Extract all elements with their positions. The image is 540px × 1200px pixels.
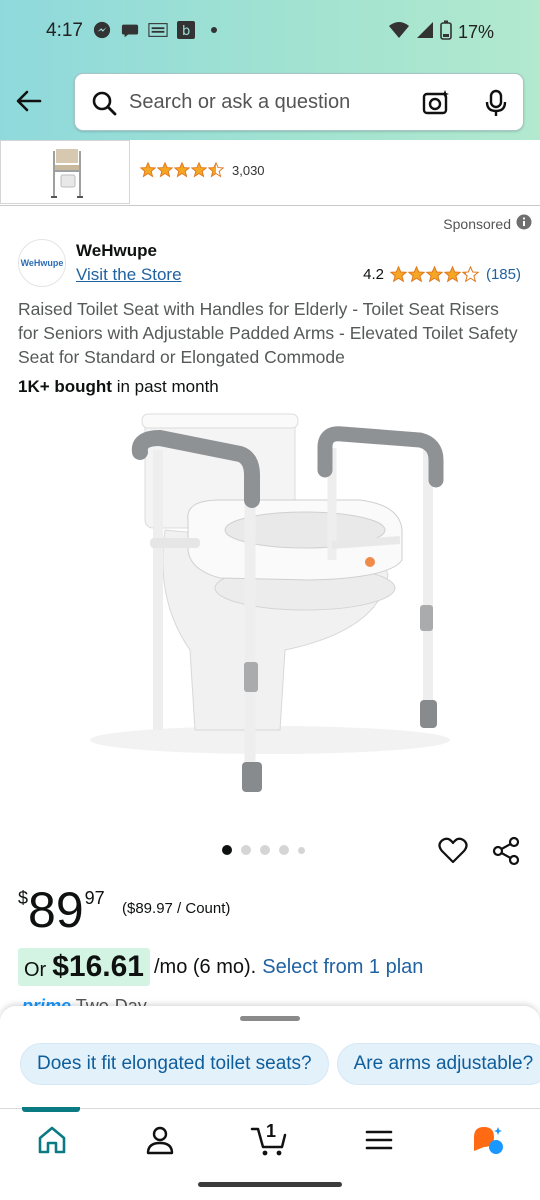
monthly-amount-box: Or $16.61	[18, 948, 150, 986]
commode-chair-image	[51, 149, 83, 198]
star-icon	[425, 266, 443, 283]
bottom-nav: 1	[0, 1107, 540, 1170]
star-icon	[407, 266, 425, 283]
monthly-payment: Or $16.61 /mo (6 mo). Select from 1 plan	[18, 948, 423, 986]
account-icon[interactable]	[143, 1123, 177, 1157]
gesture-bar[interactable]	[198, 1182, 342, 1187]
price-currency: $	[18, 888, 29, 908]
info-icon	[516, 214, 532, 233]
cell-signal-icon	[416, 21, 434, 44]
status-time: 4:17	[46, 20, 83, 41]
system-status: 17%	[388, 20, 494, 45]
brand-logo[interactable]: WeHwupe	[18, 239, 66, 287]
carousel-dot[interactable]	[260, 845, 270, 855]
questions-sheet[interactable]: Does it fit elongated toilet seats? Are …	[0, 1006, 540, 1108]
header-bar: 4:17 b 17% Search or ask a question	[0, 0, 540, 140]
star-rating	[389, 266, 479, 283]
cart-icon[interactable]: 1	[250, 1121, 290, 1157]
monthly-or: Or	[24, 959, 47, 981]
star-icon	[191, 162, 207, 178]
active-tab-indicator	[22, 1107, 80, 1112]
product-title[interactable]: Raised Toilet Seat with Handles for Elde…	[18, 297, 518, 369]
sponsored-label[interactable]: Sponsored	[443, 214, 532, 233]
menu-icon[interactable]	[362, 1123, 396, 1157]
wifi-icon	[388, 21, 410, 44]
sticky-rating-count: 3,030	[232, 162, 265, 178]
sheet-drag-handle[interactable]	[240, 1016, 300, 1021]
brand-name[interactable]: WeHwupe	[76, 241, 157, 261]
rating-count: (185)	[485, 266, 521, 283]
rating-value: 4.2	[363, 266, 384, 283]
price-dollars: 89	[28, 882, 84, 938]
select-plan-link[interactable]: Select from 1 plan	[262, 956, 423, 979]
star-icon	[140, 162, 156, 178]
image-carousel-dots[interactable]	[222, 845, 305, 855]
b-app-icon: b	[176, 20, 196, 40]
status-bar: 4:17 b 17%	[0, 0, 540, 60]
product-image[interactable]	[70, 400, 470, 810]
home-icon[interactable]	[35, 1123, 69, 1157]
notification-icons: b	[92, 20, 224, 40]
question-chip[interactable]: Are arms adjustable?	[336, 1043, 540, 1085]
visit-store-link[interactable]: Visit the Store	[76, 265, 182, 285]
question-chip[interactable]: Does it fit elongated toilet seats?	[20, 1043, 329, 1085]
svg-text:b: b	[182, 24, 190, 39]
search-icon	[91, 90, 117, 116]
star-icon	[461, 266, 479, 283]
carousel-dot[interactable]	[222, 845, 232, 855]
monthly-term: /mo (6 mo).	[153, 955, 257, 978]
bought-rest: in past month	[111, 377, 219, 396]
sponsored-text: Sponsored	[443, 215, 511, 232]
sticky-product-thumbnail[interactable]	[0, 140, 130, 204]
dot-icon	[204, 20, 224, 40]
share-icon[interactable]	[490, 835, 522, 867]
star-icon	[389, 266, 407, 283]
search-input[interactable]	[129, 82, 399, 122]
star-icon	[208, 162, 224, 178]
price-cents: 97	[84, 888, 105, 908]
search-box[interactable]	[74, 73, 524, 131]
monthly-amount: $16.61	[52, 950, 144, 983]
bought-bold: 1K+ bought	[18, 377, 112, 396]
battery-percent: 17%	[457, 22, 494, 42]
price: $ 89 97	[18, 882, 105, 938]
battery-icon	[440, 20, 452, 45]
star-icon	[443, 266, 461, 283]
carousel-dot[interactable]	[298, 846, 305, 854]
sticky-product-bar: 3,030	[0, 140, 540, 206]
star-icon	[157, 162, 173, 178]
microphone-icon[interactable]	[481, 88, 511, 118]
bought-count: 1K+ bought in past month	[18, 377, 219, 397]
carousel-dot[interactable]	[241, 845, 251, 855]
chat-icon	[120, 20, 140, 40]
sticky-rating[interactable]: 3,030	[140, 162, 265, 178]
rufus-icon[interactable]	[470, 1123, 504, 1157]
back-arrow-icon[interactable]	[14, 86, 44, 116]
temu-icon	[148, 20, 168, 40]
cart-count: 1	[266, 1121, 277, 1141]
heart-icon[interactable]	[437, 835, 469, 867]
star-rating	[140, 162, 224, 178]
brand-logo-text: WeHwupe	[20, 258, 64, 268]
camera-search-icon[interactable]	[421, 88, 451, 118]
messenger-icon	[92, 20, 112, 40]
star-icon	[174, 162, 190, 178]
question-chips: Does it fit elongated toilet seats? Are …	[20, 1043, 540, 1085]
product-rating[interactable]: 4.2 (185)	[363, 266, 521, 283]
carousel-dot[interactable]	[279, 845, 289, 855]
unit-price: ($89.97 / Count)	[122, 900, 231, 917]
